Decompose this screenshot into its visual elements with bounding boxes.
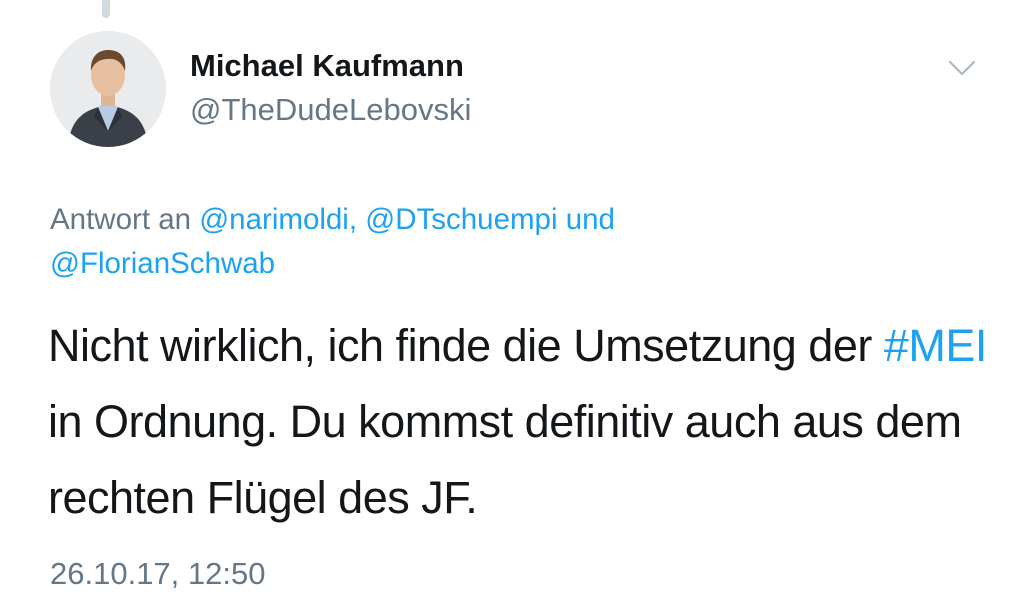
reply-mention-florianschwab[interactable]: @FlorianSchwab [50, 247, 275, 280]
hashtag-mei[interactable]: #MEI [884, 320, 988, 371]
tweet-text-part2: in Ordnung. Du kommst definitiv auch aus… [48, 396, 962, 523]
reply-conjunction[interactable]: und [566, 203, 615, 236]
author-name[interactable]: Michael Kaufmann [190, 48, 464, 84]
tweet-timestamp[interactable]: 26.10.17, 12:50 [50, 556, 265, 592]
thread-connector-line [102, 0, 110, 18]
author-handle[interactable]: @TheDudeLebovski [190, 92, 471, 128]
chevron-down-icon[interactable] [946, 56, 978, 80]
reply-to-line: Antwort an @narimoldi, @DTschuempi und @… [50, 198, 970, 286]
avatar[interactable] [50, 31, 166, 147]
tweet-text-part1: Nicht wirklich, ich finde die Umsetzung … [48, 320, 872, 371]
reply-mention-dtschuempi[interactable]: @DTschuempi [365, 203, 557, 236]
reply-to-prefix: Antwort an [50, 203, 192, 236]
reply-mention-narimoldi[interactable]: @narimoldi, [199, 203, 357, 236]
avatar-image [50, 31, 166, 147]
tweet-text: Nicht wirklich, ich finde die Umsetzung … [48, 308, 998, 536]
